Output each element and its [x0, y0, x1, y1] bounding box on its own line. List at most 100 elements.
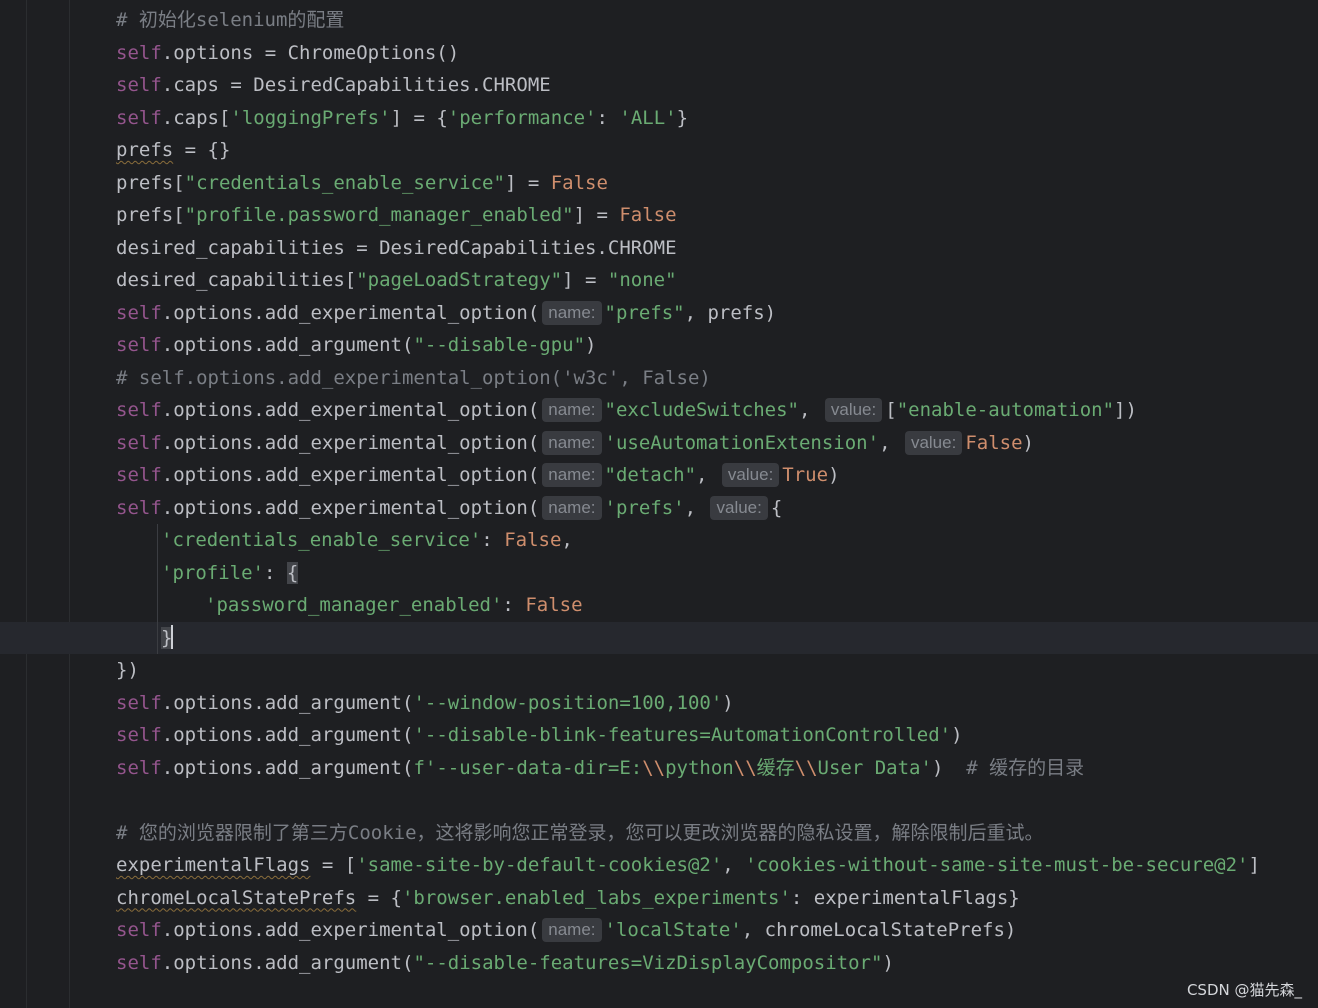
- code-text: ,: [696, 464, 719, 486]
- code-line: desired_capabilities = DesiredCapabiliti…: [0, 232, 1318, 265]
- string-literal: "detach": [604, 464, 697, 486]
- code-line: chromeLocalStatePrefs = {'browser.enable…: [0, 882, 1318, 915]
- code-line: self.options.add_experimental_option(nam…: [0, 394, 1318, 427]
- code-text: ): [951, 724, 963, 746]
- code-text: ,: [684, 496, 708, 519]
- self-keyword: self: [116, 334, 162, 356]
- code-text: }): [116, 659, 139, 681]
- boolean-literal: False: [504, 529, 562, 551]
- string-literal: '--disable-blink-features=AutomationCont…: [413, 724, 952, 746]
- code-line: 'credentials_enable_service': False,: [0, 524, 1318, 557]
- code-text: .caps = DesiredCapabilities.CHROME: [161, 74, 551, 96]
- escape-sequence: \\: [794, 756, 818, 779]
- code-text: {: [770, 496, 783, 519]
- code-line: self.options.add_experimental_option(nam…: [0, 297, 1318, 330]
- string-literal: "enable-automation": [896, 399, 1115, 421]
- string-literal: python: [665, 756, 734, 779]
- code-line: experimentalFlags = ['same-site-by-defau…: [0, 849, 1318, 882]
- code-text: : experimentalFlags}: [790, 886, 1020, 909]
- string-literal: User Data': [817, 756, 932, 779]
- string-literal: "prefs": [604, 301, 685, 324]
- variable-with-warning[interactable]: prefs: [116, 139, 173, 161]
- escape-sequence: \\: [733, 756, 757, 779]
- code-line: 'password_manager_enabled': False: [0, 589, 1318, 622]
- code-text: ] =: [562, 269, 608, 291]
- code-text: , chromeLocalStatePrefs): [741, 919, 1017, 941]
- code-line: self.options.add_argument("--disable-gpu…: [0, 329, 1318, 362]
- code-text: :: [263, 561, 287, 584]
- code-text: .options.add_experimental_option(: [161, 464, 540, 486]
- string-literal: 'password_manager_enabled': [205, 594, 503, 616]
- code-text: .options.add_experimental_option(: [161, 919, 540, 941]
- code-text: .options.add_argument(: [161, 334, 414, 356]
- code-text: :: [502, 594, 526, 616]
- boolean-literal: False: [965, 431, 1023, 454]
- string-literal: 'same-site-by-default-cookies@2': [356, 854, 723, 876]
- code-text: = {: [356, 886, 402, 909]
- code-text: ): [882, 951, 894, 974]
- code-text: = {}: [173, 139, 231, 161]
- code-text: = [: [310, 854, 357, 876]
- self-keyword: self: [116, 464, 162, 486]
- string-literal: "profile.password_manager_enabled": [184, 204, 574, 226]
- code-line: self.options.add_experimental_option(nam…: [0, 427, 1318, 460]
- code-text: .options.add_argument(: [161, 691, 414, 714]
- code-text: ): [585, 334, 597, 356]
- comment: # 缓存的目录: [966, 756, 1085, 779]
- code-text: ): [931, 756, 967, 779]
- code-text: ] =: [573, 204, 620, 226]
- self-keyword: self: [116, 951, 162, 974]
- parameter-hint: name:: [542, 918, 602, 942]
- self-keyword: self: [116, 691, 162, 714]
- string-literal: 'useAutomationExtension': [604, 431, 880, 454]
- string-literal: "none": [607, 269, 677, 291]
- code-line: self.caps = DesiredCapabilities.CHROME: [0, 69, 1318, 102]
- comment: # self.options.add_experimental_option('…: [116, 366, 711, 389]
- code-text: ): [1022, 431, 1034, 454]
- code-text: ): [722, 691, 734, 714]
- string-literal: "pageLoadStrategy": [356, 269, 563, 291]
- parameter-hint: name:: [542, 398, 602, 422]
- string-literal: 'profile': [161, 561, 264, 584]
- code-text: }: [676, 106, 689, 129]
- code-line: self.caps['loggingPrefs'] = {'performanc…: [0, 102, 1318, 135]
- parameter-hint: name:: [542, 495, 602, 520]
- indent-guide: [157, 621, 158, 654]
- code-text: .options.add_experimental_option(: [161, 301, 540, 324]
- boolean-literal: False: [550, 171, 608, 194]
- string-literal: "credentials_enable_service": [184, 171, 505, 194]
- code-line: prefs = {}: [0, 134, 1318, 167]
- matched-brace: {: [286, 561, 299, 584]
- code-text: prefs[: [116, 204, 185, 226]
- code-text: , prefs): [684, 301, 777, 324]
- variable-with-warning[interactable]: chromeLocalStatePrefs: [116, 887, 356, 909]
- string-literal: 'prefs': [604, 496, 685, 519]
- code-text: :: [481, 529, 505, 551]
- code-text: ]: [1248, 854, 1260, 876]
- parameter-hint: name:: [542, 300, 602, 325]
- code-editor[interactable]: # 初始化selenium的配置 self.options = ChromeOp…: [0, 4, 1318, 979]
- string-literal: 'cookies-without-same-site-must-be-secur…: [745, 854, 1249, 876]
- code-line: prefs["profile.password_manager_enabled"…: [0, 199, 1318, 232]
- indent-guide: [157, 524, 158, 557]
- self-keyword: self: [116, 74, 162, 96]
- code-text: :: [596, 106, 620, 129]
- string-literal: "--disable-features=VizDisplayCompositor…: [413, 951, 883, 974]
- code-line: self.options.add_argument("--disable-fea…: [0, 947, 1318, 980]
- code-text: desired_capabilities = DesiredCapabiliti…: [116, 236, 677, 259]
- variable-with-warning[interactable]: experimentalFlags: [116, 854, 310, 876]
- string-literal: "excludeSwitches": [604, 399, 799, 421]
- escape-sequence: \\: [642, 756, 666, 779]
- text-caret: [171, 624, 174, 649]
- code-line: self.options.add_experimental_option(nam…: [0, 914, 1318, 947]
- code-text: .options.add_argument(: [161, 756, 414, 779]
- code-text: .options.add_experimental_option(: [161, 431, 540, 454]
- code-text: ] =: [504, 171, 551, 194]
- indent-guide: [157, 589, 158, 622]
- string-literal: 缓存: [756, 756, 795, 779]
- code-text: ,: [722, 854, 746, 876]
- parameter-hint: value:: [710, 495, 768, 520]
- self-keyword: self: [116, 399, 162, 421]
- string-literal: '--window-position=100,100': [413, 691, 723, 714]
